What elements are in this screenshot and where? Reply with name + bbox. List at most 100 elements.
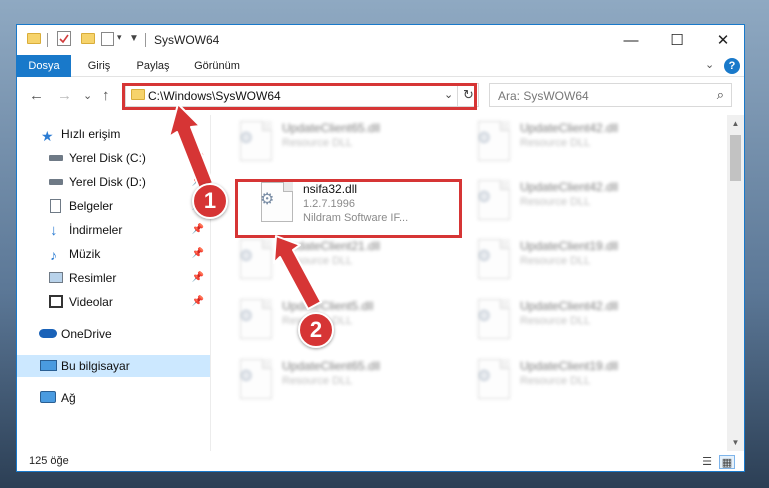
file-tile[interactable]: ⚙ UpdateClient42.dll Resource DLL [472,176,698,230]
star-icon: ★ [41,128,54,144]
file-tile[interactable]: ⚙ UpdateClient42.dll Resource DLL [472,117,698,171]
chevron-down-icon[interactable]: ▾ [117,32,122,43]
vertical-scrollbar[interactable]: ▲ ▼ [727,115,744,451]
minimize-button[interactable]: — [608,25,654,55]
tab-home[interactable]: Giriş [77,55,121,77]
sidebar-item-label: Bu bilgisayar [61,359,130,373]
sidebar-item-quick-access[interactable]: ★ Hızlı erişim [17,123,210,145]
pin-icon[interactable]: 📌 [192,147,204,169]
sidebar-item-onedrive[interactable]: OneDrive [17,323,210,345]
sidebar-item-label: Yerel Disk (C:) [69,151,146,165]
gear-icon: ⚙ [239,248,254,265]
scroll-up-icon[interactable]: ▲ [727,115,744,132]
ribbon-tabs: Dosya Giriş Paylaş Görünüm ⌄ ? [17,55,744,77]
search-input[interactable]: Ara: SysWOW64 [498,89,589,103]
tab-view[interactable]: Görünüm [187,55,247,77]
new-folder-icon[interactable] [81,33,95,44]
sidebar-item-disk-c[interactable]: Yerel Disk (C:) 📌 [17,147,210,169]
step-1-badge: 1 [192,183,228,219]
help-icon[interactable]: ? [724,58,740,74]
sidebar-item-label: OneDrive [61,327,112,341]
file-tile[interactable]: ⚙ UpdateClient65.dll Resource DLL [234,355,460,409]
gear-icon: ⚙ [239,368,254,385]
file-name: UpdateClient5.dll [282,299,374,313]
customize-toolbar-icon[interactable]: ▼ [129,33,139,44]
file-name: UpdateClient65.dll [282,359,381,373]
file-type: Resource DLL [520,315,591,327]
file-type: Resource DLL [282,255,353,267]
pictures-icon [49,272,63,283]
gear-icon: ⚙ [477,368,492,385]
folder-icon [27,33,41,44]
rename-icon[interactable] [101,32,114,46]
file-list: ⚙ UpdateClient65.dll Resource DLL ⚙ Upda… [212,115,727,451]
sidebar-item-label: Ağ [61,391,76,405]
sidebar-item-pictures[interactable]: Resimler 📌 [17,267,210,289]
scroll-down-icon[interactable]: ▼ [727,434,744,451]
sidebar-item-downloads[interactable]: ↓ İndirmeler 📌 [17,219,210,241]
cloud-icon [39,329,57,338]
sidebar-item-this-pc[interactable]: Bu bilgisayar [17,355,210,377]
sidebar-item-videos[interactable]: Videolar 📌 [17,291,210,313]
drive-icon [49,155,63,161]
sidebar-item-label: İndirmeler [69,223,123,237]
expand-ribbon-icon[interactable]: ⌄ [705,58,714,71]
sidebar-item-disk-d[interactable]: Yerel Disk (D:) 📌 [17,171,210,193]
file-tile[interactable]: ⚙ UpdateClient19.dll Resource DLL [472,355,698,409]
sidebar-item-music[interactable]: ♪ Müzik 📌 [17,243,210,265]
title-bar: ▾ ▼ SysWOW64 — ☐ ✕ [17,25,744,55]
pin-icon[interactable]: 📌 [192,219,204,241]
recent-locations-button[interactable]: ⌄ [83,89,92,102]
file-highlight-box [235,179,462,238]
drive-icon [49,179,63,185]
item-count: 125 öğe [29,455,69,467]
file-tile[interactable]: ⚙ UpdateClient21.dll Resource DLL [234,235,460,289]
properties-icon[interactable] [57,31,71,46]
gear-icon: ⚙ [239,130,254,147]
file-type: Resource DLL [520,196,591,208]
status-bar: 125 öğe ☰ ▦ [17,451,744,471]
tiles-view-icon[interactable]: ▦ [719,455,735,469]
back-button[interactable]: ← [29,87,44,104]
maximize-button[interactable]: ☐ [654,25,700,55]
file-name: UpdateClient65.dll [282,121,381,135]
sidebar-item-network[interactable]: Ağ [17,387,210,409]
file-name: UpdateClient21.dll [282,239,381,253]
file-type: Resource DLL [282,375,353,387]
search-icon[interactable]: ⌕ [717,87,724,103]
scroll-thumb[interactable] [730,135,741,181]
close-button[interactable]: ✕ [700,25,744,55]
pin-icon[interactable]: 📌 [192,267,204,289]
tab-share[interactable]: Paylaş [129,55,177,77]
forward-button[interactable]: → [57,87,72,104]
file-tile[interactable]: ⚙ UpdateClient65.dll Resource DLL [234,117,460,171]
gear-icon: ⚙ [477,130,492,147]
sidebar-item-label: Müzik [69,247,101,261]
file-name: UpdateClient42.dll [520,180,619,194]
gear-icon: ⚙ [477,308,492,325]
pin-icon[interactable]: 📌 [192,291,204,313]
divider [47,33,48,47]
file-tile[interactable]: ⚙ UpdateClient19.dll Resource DLL [472,235,698,289]
search-box[interactable]: Ara: SysWOW64 ⌕ [489,83,732,107]
address-highlight-box [122,83,477,110]
computer-icon [40,360,57,371]
file-type: Resource DLL [520,255,591,267]
up-button[interactable]: ↑ [102,87,110,104]
details-view-icon[interactable]: ☰ [699,455,715,469]
navigation-pane: ★ Hızlı erişim Yerel Disk (C:) 📌 Yerel D… [17,115,211,451]
step-2-badge: 2 [298,312,334,348]
file-tile[interactable]: ⚙ UpdateClient5.dll Resource DLL [234,295,460,349]
tab-file[interactable]: Dosya [17,55,71,77]
sidebar-item-label: Belgeler [69,199,114,213]
pin-icon[interactable]: 📌 [192,243,204,265]
divider [145,33,146,47]
file-type: Resource DLL [282,137,353,149]
document-icon [50,199,61,213]
sidebar-item-label: Hızlı erişim [61,127,121,141]
download-icon: ↓ [50,222,58,239]
sidebar-item-documents[interactable]: Belgeler 📌 [17,195,210,217]
network-icon [40,391,56,403]
file-tile[interactable]: ⚙ UpdateClient42.dll Resource DLL [472,295,698,349]
sidebar-item-label: Resimler [69,271,117,285]
